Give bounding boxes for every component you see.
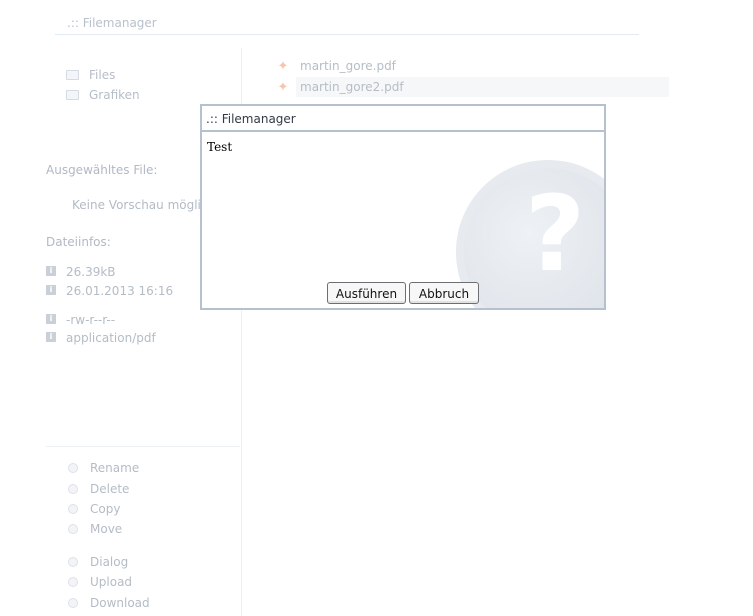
action-label: Delete — [90, 482, 130, 496]
info-mime-value: application/pdf — [66, 331, 156, 345]
cancel-button[interactable]: Abbruch — [409, 282, 479, 304]
bullet-icon — [68, 524, 78, 534]
bullet-icon — [68, 577, 78, 587]
file-row-selected[interactable]: martin_gore2.pdf — [296, 77, 669, 97]
dialog-title[interactable]: .:: Filemanager — [202, 106, 604, 132]
info-icon: i — [46, 332, 56, 342]
file-row[interactable]: martin_gore.pdf — [296, 56, 669, 76]
pdf-icon: ✦ — [277, 59, 289, 74]
action-label: Move — [90, 522, 123, 536]
folder-icon — [66, 90, 79, 100]
bullet-icon — [68, 557, 78, 567]
info-icon: i — [46, 314, 56, 324]
filemanager-page: .:: Filemanager Files Grafiken Ausgewähl… — [0, 0, 753, 616]
bullet-icon — [68, 504, 78, 514]
question-mark-glyph: ? — [524, 173, 586, 295]
confirm-dialog: .:: Filemanager ? Test Ausführen Abbruch — [200, 104, 606, 310]
app-title: .:: Filemanager — [55, 12, 639, 35]
folder-label: Files — [89, 68, 116, 82]
info-icon: i — [46, 266, 56, 276]
run-button[interactable]: Ausführen — [327, 282, 406, 304]
action-label: Upload — [90, 575, 133, 589]
bullet-icon — [68, 463, 78, 473]
file-name: martin_gore.pdf — [300, 59, 396, 73]
left-divider — [46, 446, 240, 447]
info-modified-value: 26.01.2013 16:16 — [66, 284, 174, 298]
info-icon: i — [46, 285, 56, 295]
info-size-value: 26.39kB — [66, 265, 116, 279]
file-info-heading: Dateiinfos: — [46, 235, 111, 249]
pdf-icon: ✦ — [277, 80, 289, 95]
file-name: martin_gore2.pdf — [300, 80, 404, 94]
bullet-icon — [68, 598, 78, 608]
info-permissions-value: -rw-r--r-- — [66, 313, 116, 327]
action-label: Copy — [90, 502, 121, 516]
folder-icon — [66, 70, 79, 80]
dialog-message: Test — [207, 140, 233, 154]
action-label: Download — [90, 596, 150, 610]
selected-file-heading: Ausgewähltes File: — [46, 163, 158, 177]
bullet-icon — [68, 484, 78, 494]
action-label: Dialog — [90, 555, 129, 569]
folder-label: Grafiken — [89, 88, 140, 102]
action-label: Rename — [90, 461, 140, 475]
